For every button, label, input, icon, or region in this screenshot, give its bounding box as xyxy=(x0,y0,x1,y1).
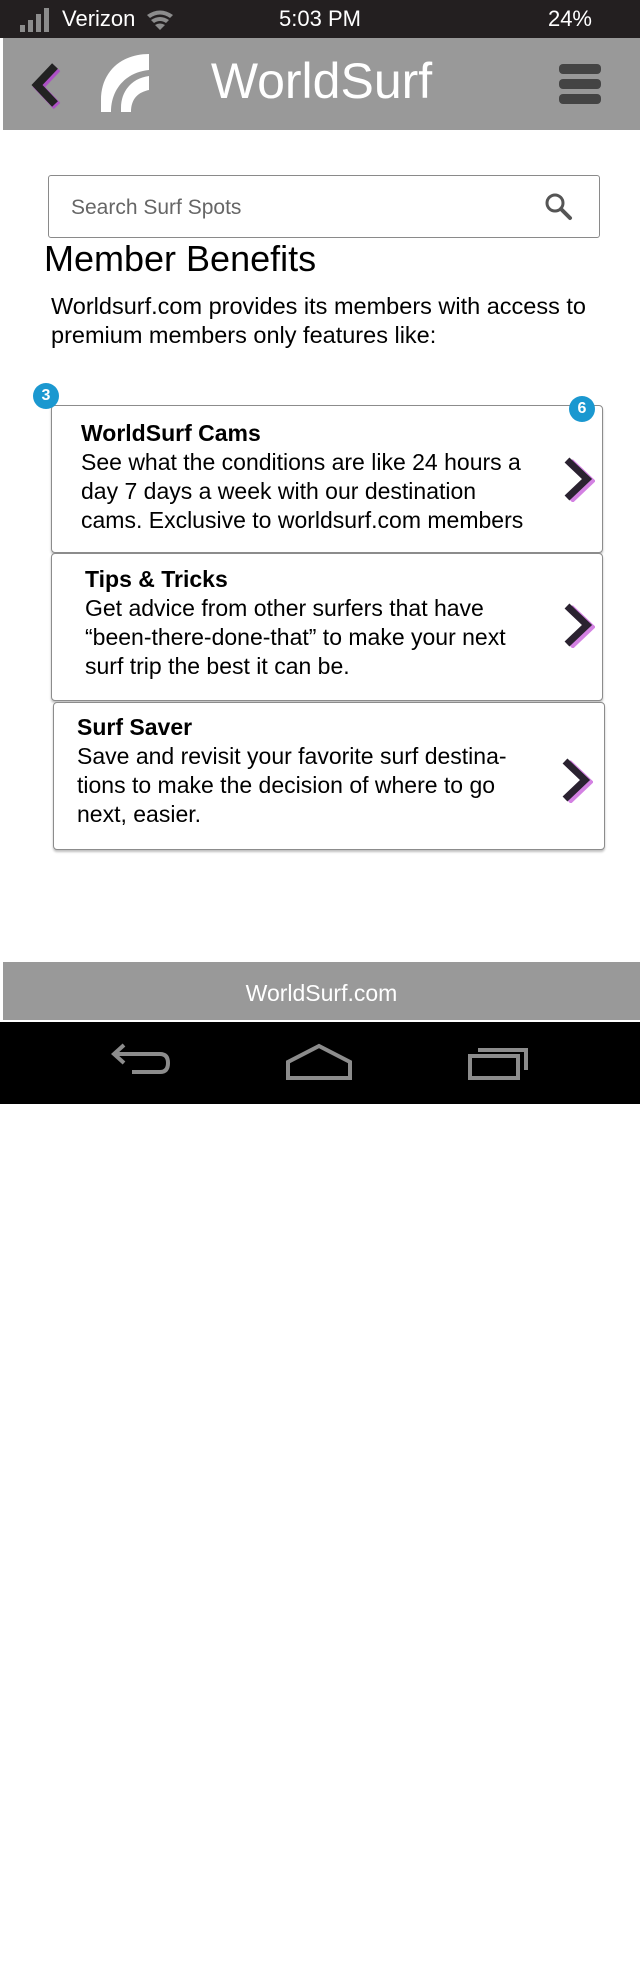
benefit-title: WorldSurf Cams xyxy=(81,420,261,446)
benefit-title: Surf Saver xyxy=(77,714,193,740)
hamburger-menu-icon[interactable] xyxy=(559,64,607,110)
chevron-right-icon xyxy=(564,457,595,502)
benefit-line: tions to make the decision of where to g… xyxy=(77,772,496,798)
intro-line: Worldsurf.com provides its members with … xyxy=(51,293,587,319)
app-title: WorldSurf xyxy=(210,53,433,109)
search-box xyxy=(48,175,600,238)
search-icon[interactable] xyxy=(543,192,573,222)
app-header: WorldSurf xyxy=(3,38,640,130)
intro-line: premium members only features like: xyxy=(51,322,437,348)
benefit-description: Get advice from other surfers that have … xyxy=(85,594,555,681)
intro-text: Worldsurf.com provides its members with … xyxy=(51,292,611,350)
benefit-line: next, easier. xyxy=(77,801,202,827)
status-bar: Verizon 5:03 PM 24% xyxy=(0,0,640,38)
notification-badge-left: 3 xyxy=(33,383,59,409)
benefit-line: “been-there-done-that” to make your next xyxy=(85,624,506,650)
section-title: Member Benefits xyxy=(44,238,317,279)
benefit-line: day 7 days a week with our destination xyxy=(81,478,477,504)
battery-level: 24% xyxy=(547,6,592,31)
back-arrow-icon[interactable] xyxy=(110,1042,172,1082)
site-footer[interactable]: WorldSurf.com xyxy=(3,962,640,1020)
benefit-line: cams. Exclusive to worldsurf.com members xyxy=(81,507,524,533)
benefit-card-tips[interactable]: Tips & Tricks Get advice from other surf… xyxy=(51,553,603,701)
benefit-line: Save and revisit your favorite surf dest… xyxy=(77,743,507,769)
benefit-description: Save and revisit your favorite surf dest… xyxy=(77,742,547,829)
status-time: 5:03 PM xyxy=(279,6,361,31)
system-nav-bar xyxy=(0,1022,640,1104)
search-input[interactable] xyxy=(69,188,513,228)
benefit-line: surf trip the best it can be. xyxy=(85,653,350,679)
benefit-card-cams[interactable]: WorldSurf Cams See what the conditions a… xyxy=(51,405,603,553)
benefit-line: Get advice from other surfers that have xyxy=(85,595,484,621)
home-icon[interactable] xyxy=(286,1042,352,1082)
notification-badge-right: 6 xyxy=(569,396,595,422)
recent-apps-icon[interactable] xyxy=(466,1042,530,1082)
chevron-right-icon xyxy=(564,603,595,648)
benefit-title: Tips & Tricks xyxy=(85,566,228,592)
benefit-card-saver[interactable]: Surf Saver Save and revisit your favorit… xyxy=(53,702,605,850)
benefit-line: See what the conditions are like 24 hour… xyxy=(81,449,521,475)
benefit-description: See what the conditions are like 24 hour… xyxy=(81,448,551,535)
chevron-right-icon xyxy=(562,758,593,803)
